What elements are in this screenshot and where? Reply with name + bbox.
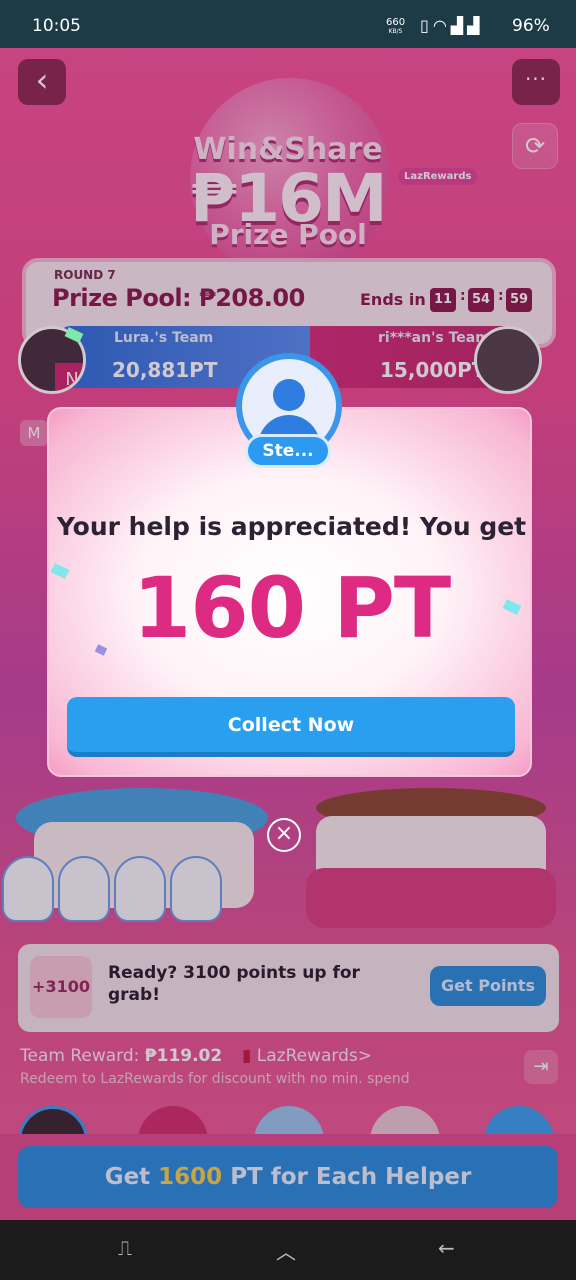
modal-message: Your help is appreciated! You get <box>56 512 527 541</box>
vibrate-icon: ▯ <box>420 16 433 35</box>
helper-name: Ste... <box>245 434 331 468</box>
nav-back-button[interactable]: ← <box>438 1236 455 1260</box>
home-button[interactable]: ︿ <box>276 1236 296 1265</box>
modal-points: 160 PT <box>132 559 451 657</box>
status-bar: 10:05 660 KB/S ▯◠▟▟ 96% <box>0 0 576 48</box>
recent-apps-button[interactable]: ⎍ <box>118 1236 132 1260</box>
collect-now-button[interactable]: Collect Now <box>67 697 515 757</box>
android-nav-bar: ⎍ ︿ ← <box>0 1220 576 1280</box>
status-time: 10:05 <box>32 16 81 36</box>
close-modal-button[interactable]: × <box>267 818 301 852</box>
status-icons: ▯◠▟▟ <box>420 16 483 35</box>
battery-level: 96% <box>512 16 550 36</box>
network-speed-unit: KB/S <box>388 28 403 35</box>
network-speed: 660 KB/S <box>386 18 405 36</box>
wifi-icon: ◠ <box>432 16 451 35</box>
signal-icon: ▟ <box>450 16 468 35</box>
signal-icon: ▟ <box>467 16 484 35</box>
